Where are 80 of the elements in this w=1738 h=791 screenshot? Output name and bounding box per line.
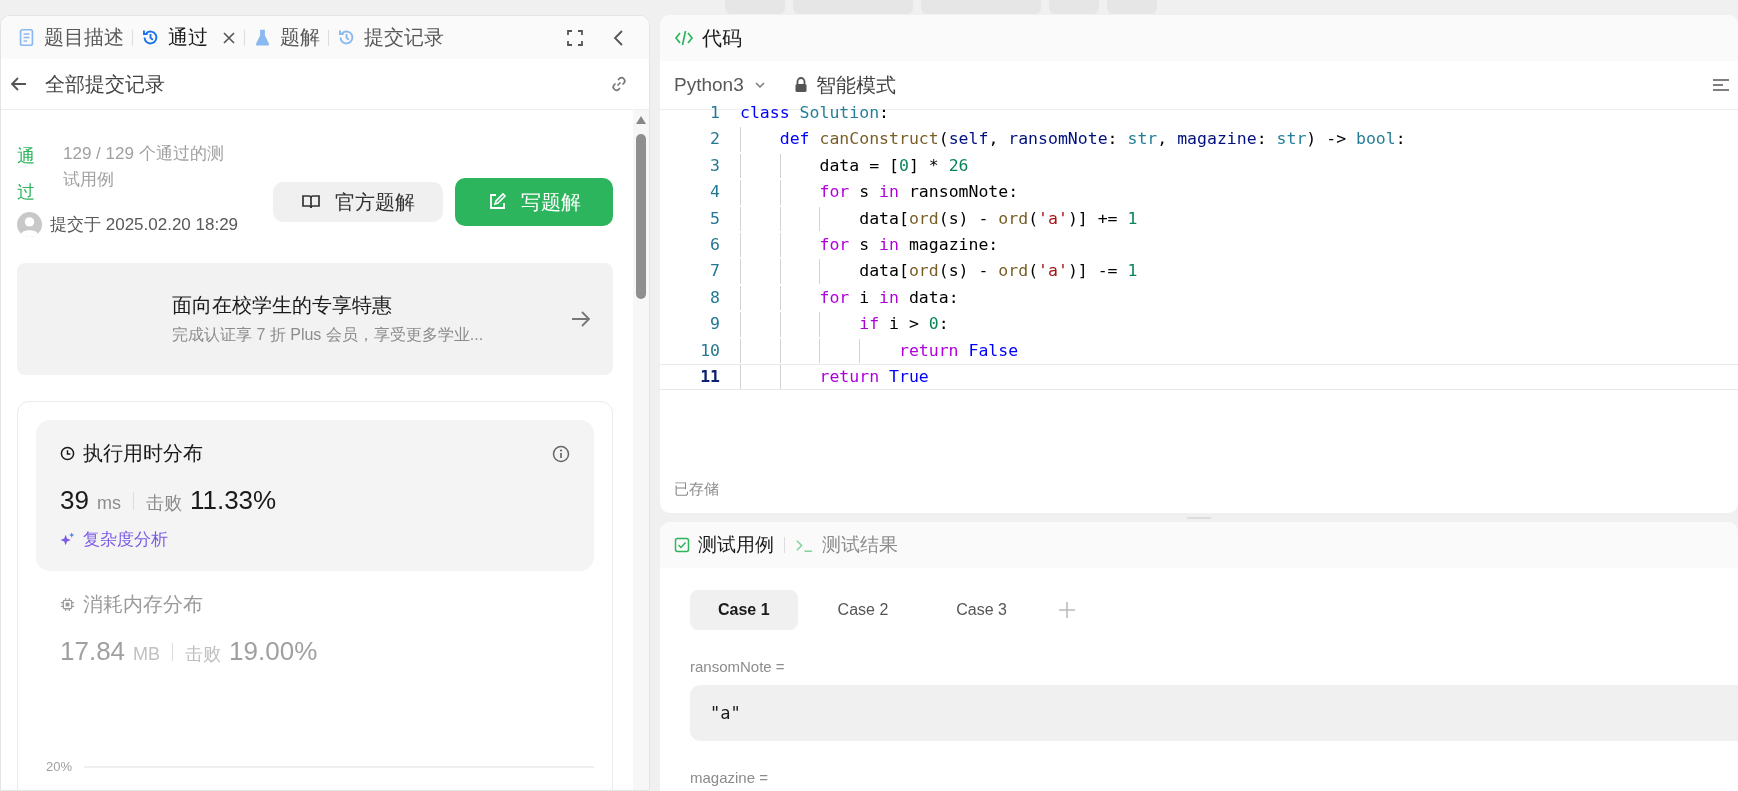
line-number: 6 bbox=[709, 233, 721, 256]
beats-percent: 11.33% bbox=[189, 485, 277, 516]
metric-value: 17.84 bbox=[60, 636, 126, 667]
scrollbar-thumb[interactable] bbox=[636, 134, 646, 299]
format-icon[interactable] bbox=[1712, 77, 1730, 93]
chip-icon bbox=[60, 597, 75, 612]
submit-time: 提交于 2025.02.20 18:29 bbox=[50, 214, 239, 236]
save-status: 已存储 bbox=[673, 480, 720, 499]
code-icon bbox=[674, 28, 694, 48]
metric-unit: MB bbox=[133, 644, 161, 665]
code-line: for s in magazine: bbox=[740, 232, 999, 258]
line-number: 2 bbox=[709, 128, 721, 151]
scroll-up-icon[interactable] bbox=[636, 116, 646, 124]
code-line: for i in data: bbox=[740, 285, 959, 311]
code-line: return False bbox=[740, 338, 1019, 363]
line-number: 5 bbox=[709, 207, 721, 230]
clock-icon bbox=[60, 446, 75, 461]
metric-unit: ms bbox=[96, 493, 121, 514]
input-label: magazine = bbox=[689, 769, 769, 786]
line-number: 11 bbox=[699, 365, 721, 388]
distribution-title: 执行用时分布 bbox=[83, 441, 204, 466]
beats-label: 击败 bbox=[185, 643, 222, 666]
line-number: 9 bbox=[709, 313, 721, 336]
panel-title: 代码 bbox=[702, 25, 742, 51]
flask-icon bbox=[253, 28, 272, 47]
fullscreen-icon[interactable] bbox=[565, 27, 585, 48]
promo-card[interactable]: 面向在校学生的专享特惠 完成认证享 7 折 Plus 会员，享受更多学业... bbox=[17, 263, 613, 375]
complexity-link[interactable]: 复杂度分析 bbox=[60, 528, 168, 551]
distribution-panel[interactable]: 执行用时分布 39 ms 击败 11.33% 复杂度分析 bbox=[36, 420, 594, 571]
history-icon bbox=[337, 28, 356, 47]
case-tab[interactable]: Case 3 bbox=[928, 590, 1035, 630]
line-number: 4 bbox=[709, 181, 721, 204]
panel-tab[interactable]: 题解 bbox=[245, 20, 328, 55]
status-text: 通过 bbox=[17, 145, 36, 204]
sparkle-icon bbox=[60, 532, 75, 547]
code-line: def canConstruct(self, ransomNote: str, magazine: str) -> bool: bbox=[740, 127, 1406, 152]
chevron-down-icon bbox=[753, 79, 766, 91]
input-label: ransomNote = bbox=[689, 658, 786, 675]
info-icon[interactable] bbox=[552, 444, 570, 463]
panel-tab[interactable]: 题目描述 bbox=[9, 20, 132, 55]
line-number: 8 bbox=[709, 286, 721, 309]
axis-label: 20% bbox=[46, 759, 73, 774]
history-icon bbox=[141, 28, 160, 47]
edit-icon bbox=[487, 192, 507, 212]
beats-label: 击败 bbox=[145, 492, 182, 515]
panel-tab[interactable]: 测试用例 bbox=[674, 532, 774, 558]
checkbox-icon bbox=[674, 537, 690, 553]
code-line: class Solution: bbox=[740, 102, 889, 124]
code-line: data = [0] * 26 bbox=[740, 153, 969, 179]
line-number: 3 bbox=[709, 154, 721, 177]
line-number: 10 bbox=[699, 339, 721, 362]
scrollbar[interactable] bbox=[633, 110, 649, 790]
metric-value: 39 bbox=[60, 485, 89, 516]
close-icon[interactable] bbox=[222, 30, 236, 45]
line-number: 7 bbox=[709, 260, 721, 283]
official-solution-button[interactable]: 官方题解 bbox=[273, 182, 443, 222]
code-line: if i > 0: bbox=[740, 312, 949, 337]
testcase-summary: 129 / 129 个通过的测试用例 bbox=[63, 143, 225, 191]
panel-title: 全部提交记录 bbox=[45, 71, 165, 97]
case-tab[interactable]: Case 1 bbox=[690, 590, 798, 630]
distribution-title: 消耗内存分布 bbox=[83, 592, 204, 617]
promo-title: 面向在校学生的专享特惠 bbox=[172, 293, 393, 318]
add-icon[interactable] bbox=[1057, 600, 1077, 620]
panel-tab[interactable]: 提交记录 bbox=[329, 20, 452, 55]
panel-tab[interactable]: 通过 bbox=[133, 20, 244, 55]
code-line: data[ord(s) - ord('a')] -= 1 bbox=[740, 259, 1138, 284]
case-tab[interactable]: Case 2 bbox=[809, 590, 917, 630]
link-icon[interactable] bbox=[609, 74, 629, 94]
code-line: for s in ransomNote: bbox=[740, 180, 1019, 205]
mode-toggle[interactable]: 智能模式 bbox=[793, 71, 896, 99]
language-dropdown[interactable]: Python3 bbox=[674, 74, 766, 96]
document-icon bbox=[17, 28, 36, 47]
line-number: 1 bbox=[709, 102, 721, 124]
avatar-icon bbox=[17, 212, 42, 237]
lock-icon bbox=[793, 77, 808, 93]
beats-percent: 19.00% bbox=[229, 636, 318, 667]
code-line: return True bbox=[740, 364, 929, 390]
code-line: data[ord(s) - ord('a')] += 1 bbox=[740, 206, 1138, 231]
input-field[interactable]: "a" bbox=[690, 685, 1738, 741]
promo-subtitle: 完成认证享 7 折 Plus 会员，享受更多学业... bbox=[172, 325, 485, 345]
